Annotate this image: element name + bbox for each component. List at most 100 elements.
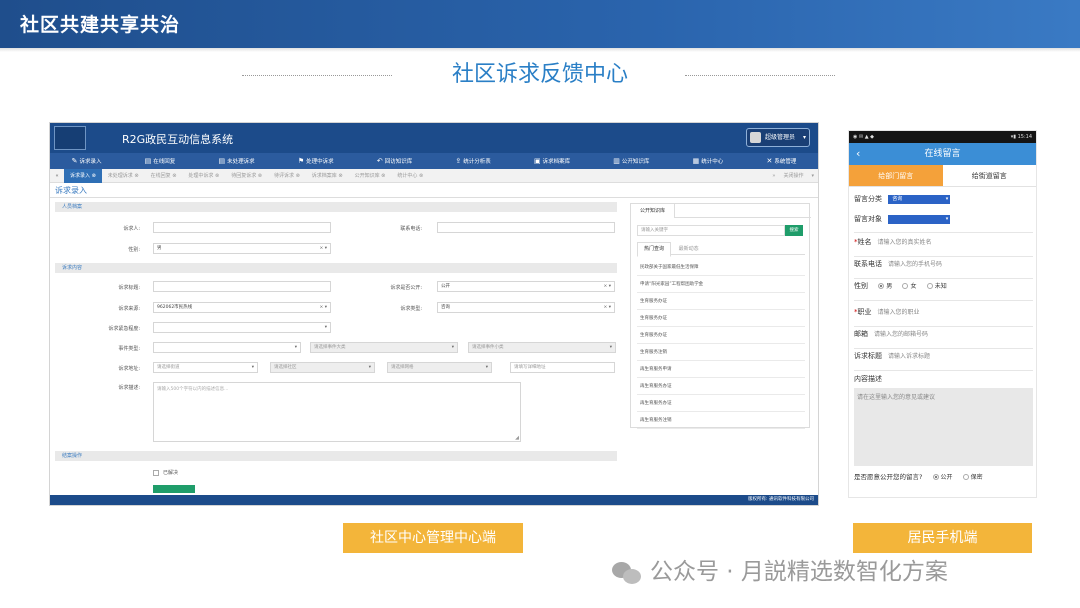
label-gender: 性别: <box>128 247 140 253</box>
subtab-hot[interactable]: 热门查询 <box>637 242 672 257</box>
private-radio[interactable] <box>962 474 969 480</box>
event-type-select[interactable]: ▾ <box>153 342 301 353</box>
list-item[interactable]: 民政部关于国家最低生活保障 <box>637 259 805 276</box>
section-title: 诉求录入 <box>55 186 87 195</box>
list-item[interactable]: 再生育服务注销 <box>637 412 805 429</box>
nav-item-stats-center[interactable]: ▦ 统计中心 <box>693 157 724 165</box>
job-input[interactable]: 请输入您的职业 <box>878 309 920 316</box>
close-ops-button[interactable]: 关闭操作 <box>783 173 803 179</box>
gender-select[interactable]: 男 × ▾ <box>153 243 331 254</box>
category-row: 留言分类 咨询 ▾ <box>854 194 951 204</box>
nav-item-entry[interactable]: ✎ 诉求录入 <box>72 157 102 165</box>
name-input[interactable]: 请输入您的真实姓名 <box>878 239 932 246</box>
urgency-select[interactable]: ▾ <box>153 322 331 333</box>
subject-input[interactable] <box>153 281 331 292</box>
nav-item-archive[interactable]: ▣ 诉求档案库 <box>534 157 570 165</box>
subtab-latest[interactable]: 最新动态 <box>673 243 705 256</box>
tab-knowledge[interactable]: 公开知识库 ⊗ <box>349 169 392 183</box>
section-divider <box>50 197 818 198</box>
tab-stats[interactable]: 统计中心 ⊗ <box>391 169 429 183</box>
list-item[interactable]: 生育服务办证 <box>637 293 805 310</box>
back-arrow-icon[interactable]: ‹ <box>856 143 860 165</box>
system-title: R2G政民互动信息系统 <box>122 133 234 146</box>
caption-admin: 社区中心管理中心端 <box>343 523 523 553</box>
tabs-scroll-left-icon[interactable]: « <box>50 173 64 179</box>
phone-input[interactable]: 请输入您的手机号码 <box>888 261 942 268</box>
desktop-header: R2G政民互动信息系统 超级管理员 ▾ <box>50 123 818 153</box>
tab-online-reply[interactable]: 在线回复 ⊗ <box>145 169 183 183</box>
mobile-header: ‹ 在线留言 <box>849 143 1036 165</box>
event-subcategory-select[interactable]: 请选择事件小类 ▾ <box>468 342 616 353</box>
list-item[interactable]: 再生育服务申请 <box>637 361 805 378</box>
slide-heading: 社区诉求反馈中心 <box>451 62 628 87</box>
chevron-down-icon: ▾ <box>451 345 454 350</box>
list-item[interactable]: 生育服务办证 <box>637 327 805 344</box>
list-item[interactable]: 申请“阳光家园”工程帮困助学金 <box>637 276 805 293</box>
form-area: 诉求录入 人员档案 诉求人: 联系电话: 性别: 男 × ▾ 诉求内容 诉求标题:… <box>50 183 818 493</box>
tab-unhandled[interactable]: 未处理诉求 ⊗ <box>102 169 145 183</box>
nav-item-unhandled[interactable]: ▤ 未处理诉求 <box>219 157 255 165</box>
desktop-admin-screenshot: R2G政民互动信息系统 超级管理员 ▾ ✎ 诉求录入 ▤ 在线回复 ▤ 未处理诉求 ⚑… <box>49 122 819 506</box>
nav-item-online-reply[interactable]: ▤ 在线回复 <box>145 157 176 165</box>
list-item[interactable]: 再生育服务办证 <box>637 395 805 412</box>
user-menu-button[interactable]: 超级管理员 ▾ <box>746 128 810 147</box>
gender-unknown-radio[interactable] <box>926 283 933 289</box>
tab-processing[interactable]: 处理中诉求 ⊗ <box>182 169 225 183</box>
petitioner-input[interactable] <box>153 222 331 233</box>
grid-select[interactable]: 请选择网格 ▾ <box>387 362 492 373</box>
tab-public-knowledge[interactable]: 公开知识库 <box>631 204 676 218</box>
event-category-select[interactable]: 请选择事件大类 ▾ <box>310 342 458 353</box>
nav-item-stats-table[interactable]: ⇪ 统计分析表 <box>455 157 490 165</box>
knowledge-list: 民政部关于国家最低生活保障 申请“阳光家园”工程帮困助学金 生育服务办证 生育服… <box>637 259 805 429</box>
phone-row: 联系电话 请输入您的手机号码 <box>854 259 1033 279</box>
knowledge-search-input[interactable]: 请输入关键字 <box>637 225 785 236</box>
target-row: 留言对象 ▾ <box>854 214 1033 233</box>
source-select[interactable]: 962062市民热线 × ▾ <box>153 302 331 313</box>
upload-icon: ⇪ <box>455 157 462 165</box>
resolved-label: 已解决 <box>163 470 179 476</box>
tab-street-message[interactable]: 给街道留言 <box>943 165 1037 186</box>
resize-handle-icon[interactable]: ◢ <box>515 435 519 441</box>
book-icon: ▥ <box>613 157 620 165</box>
tab-entry[interactable]: 诉求录入 ⊗ <box>64 168 102 183</box>
list-item[interactable]: 生育服务注销 <box>637 344 805 361</box>
description-textarea[interactable]: 请输入500个字符以内的描述信息... ◢ <box>153 382 521 442</box>
nav-item-system[interactable]: ✕ 系统管理 <box>766 157 796 165</box>
list-icon: ▤ <box>144 157 152 165</box>
category-select[interactable]: 咨询 ▾ <box>888 194 951 204</box>
tabs-scroll-right-icon[interactable]: » <box>772 173 775 179</box>
tab-to-reply[interactable]: 待回复诉求 ⊗ <box>225 169 268 183</box>
community-select[interactable]: 请选择社区 ▾ <box>270 362 375 373</box>
detail-address-input[interactable]: 请填写详细地址 <box>510 362 615 373</box>
top-bar-shadow <box>0 48 1080 52</box>
street-select[interactable]: 请选择街道 ▾ <box>153 362 258 373</box>
list-item[interactable]: 再生育服务办证 <box>637 378 805 395</box>
tab-department-message[interactable]: 给部门留言 <box>849 165 943 186</box>
subject-input[interactable]: 请输入诉求标题 <box>888 353 930 360</box>
email-input[interactable]: 请输入您的邮箱号码 <box>874 331 928 338</box>
nav-item-knowledge[interactable]: ▥ 公开知识库 <box>613 157 649 165</box>
content-textarea[interactable]: 请在这里输入您的意见或建议 <box>854 388 1033 466</box>
knowledge-search-button[interactable]: 搜索 <box>785 225 803 236</box>
label-address: 诉求地址: <box>118 366 140 372</box>
type-select[interactable]: 咨询 × ▾ <box>437 302 615 313</box>
gender-female-radio[interactable] <box>902 283 909 289</box>
tab-archive[interactable]: 诉求档案库 ⊗ <box>306 169 349 183</box>
job-row: *职业 请输入您的职业 <box>854 307 1033 327</box>
tab-to-evaluate[interactable]: 待评诉求 ⊗ <box>268 169 306 183</box>
chevron-down-icon: ▾ <box>324 325 327 330</box>
chevron-down-icon: ▾ <box>945 195 949 202</box>
gender-male-radio[interactable] <box>878 283 885 289</box>
resolved-checkbox[interactable] <box>153 470 159 476</box>
label-type: 诉求类型: <box>400 306 422 312</box>
list-item[interactable]: 生育服务办证 <box>637 310 805 327</box>
target-select[interactable]: ▾ <box>888 214 951 224</box>
submit-button[interactable] <box>153 485 195 493</box>
label-event-type: 事件类型: <box>118 346 140 352</box>
is-public-select[interactable]: 公开 × ▾ <box>437 281 615 292</box>
nav-item-processing[interactable]: ⚑ 处理中诉求 <box>298 157 334 165</box>
status-bar: ◉ ✉ ▲ ◆ ▾▮ 15:14 <box>849 131 1036 143</box>
nav-item-revisit[interactable]: ↶ 回访知识库 <box>377 157 412 165</box>
public-radio[interactable] <box>932 474 939 480</box>
phone-input[interactable] <box>437 222 615 233</box>
